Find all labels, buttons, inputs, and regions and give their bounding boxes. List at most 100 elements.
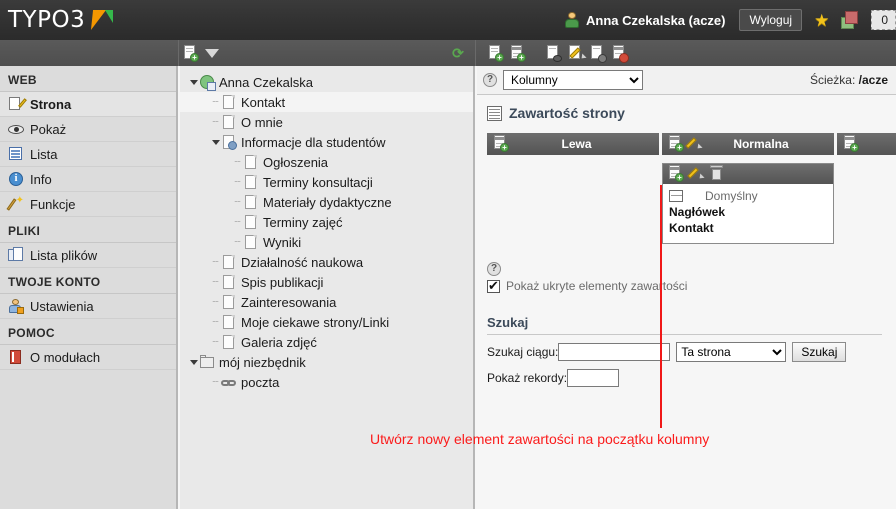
tree-item-poczta[interactable]: ┈ poczta [180, 372, 473, 392]
sidebar-item-lista-plików[interactable]: Lista plików [0, 243, 176, 268]
new-content-icon[interactable]: + [668, 134, 684, 154]
doc-icon [243, 214, 259, 230]
tree-item-informacje-dla-studentów[interactable]: Informacje dla studentów [180, 132, 473, 152]
annotation-pointer-line [660, 185, 662, 428]
doc-icon [221, 254, 237, 270]
tree-item-terminy-zajęć[interactable]: ┈ Terminy zajęć [180, 212, 473, 232]
tree-item-materiały-dydaktyczne[interactable]: ┈ Materiały dydaktyczne [180, 192, 473, 212]
tree-guide-stub: ┈ [212, 336, 219, 348]
toolbar-sidebar-pad [0, 40, 178, 66]
sidebar-item-o-modułach[interactable]: O modułach [0, 345, 176, 370]
sidebar-section-pomoc: POMOC [0, 319, 176, 345]
doc-icon [221, 94, 237, 110]
tree-item-o-mnie[interactable]: ┈ O mnie [180, 112, 473, 132]
tree-guide-stub: ┈ [234, 196, 241, 208]
new-content-icon[interactable]: + [843, 134, 859, 154]
edit-column-icon[interactable] [685, 136, 703, 153]
tree-item-terminy-konsultacji[interactable]: ┈ Terminy konsultacji [180, 172, 473, 192]
search-section-title: Szukaj [487, 315, 882, 335]
delete-content-icon[interactable] [710, 165, 723, 183]
sidebar-item-info[interactable]: i Info [0, 167, 176, 192]
new-page-icon[interactable]: + [179, 40, 201, 66]
show-hidden-row: Pokaż ukryte elementy zawartości [487, 278, 896, 294]
help-icon[interactable]: ? [483, 73, 497, 87]
tree-item-anna-czekalska[interactable]: Anna Czekalska [180, 72, 473, 92]
tree-item-moje-ciekawe-strony-linki[interactable]: ┈ Moje ciekawe strony/Linki [180, 312, 473, 332]
doc-icon [243, 154, 259, 170]
search-query-row: Szukaj ciągu: Ta strona Szukaj [487, 342, 896, 362]
sidebar-item-lista[interactable]: Lista [0, 142, 176, 167]
page-title-label: Zawartość strony [509, 105, 625, 121]
sidebar-item-label: Funkcje [30, 196, 76, 212]
sidebar-item-label: Info [30, 171, 52, 187]
tree-item-label: Informacje dla studentów [241, 134, 386, 150]
content-element-body: Domyślny Nagłówek Kontakt [663, 184, 833, 243]
bookmark-star-icon[interactable]: ★ [814, 12, 829, 29]
sidebar-item-strona[interactable]: Strona [0, 92, 176, 117]
view-mode-select[interactable]: Kolumny [503, 70, 643, 90]
tree-item-kontakt[interactable]: ┈ Kontakt [180, 92, 473, 112]
logout-button[interactable]: Wyloguj [739, 9, 803, 31]
view-page-icon[interactable] [542, 40, 564, 66]
tree-toggle-icon[interactable] [210, 132, 221, 152]
tree-guide-stub: ┈ [234, 156, 241, 168]
tree-item-label: Moje ciekawe strony/Linki [241, 314, 390, 330]
clipboard-icon[interactable] [841, 11, 859, 29]
folder-icon [199, 354, 215, 370]
tree-item-działalność-naukowa[interactable]: ┈ Działalność naukowa [180, 252, 473, 272]
tree-guide-stub: ┈ [234, 176, 241, 188]
doc-icon [243, 194, 259, 210]
edit-content-icon[interactable] [687, 166, 705, 183]
history-icon[interactable] [608, 40, 630, 66]
tree-guide-stub: ┈ [212, 276, 219, 288]
refresh-icon[interactable]: ⟳ [447, 40, 469, 66]
search-records-row: Pokaż rekordy: [487, 369, 896, 387]
tree-toggle-icon[interactable] [188, 72, 199, 92]
doc-globe-icon [221, 134, 237, 150]
search-scope-select[interactable]: Ta strona [676, 342, 787, 362]
content-element-type-row: Domyślny [669, 189, 827, 203]
records-input[interactable] [567, 369, 620, 387]
tree-item-galeria-zdjęć[interactable]: ┈ Galeria zdjęć [180, 332, 473, 352]
tree-item-wyniki[interactable]: ┈ Wyniki [180, 232, 473, 252]
tree-item-mój-niezbędnik[interactable]: mój niezbędnik [180, 352, 473, 372]
tree-toggle-icon[interactable] [188, 352, 199, 372]
wand-icon: ✦ [6, 196, 24, 212]
link-icon [221, 374, 237, 390]
tree-item-spis-publikacji[interactable]: ┈ Spis publikacji [180, 272, 473, 292]
new-content-icon[interactable]: + [506, 40, 528, 66]
tree-item-ogłoszenia[interactable]: ┈ Ogłoszenia [180, 152, 473, 172]
tree-item-label: Działalność naukowa [241, 254, 364, 270]
sidebar-item-funkcje[interactable]: ✦ Funkcje [0, 192, 176, 217]
edit-page-icon[interactable] [564, 40, 587, 66]
column-body-normalna: + Domyślny Nagłówek Kontakt [662, 163, 834, 263]
content-element[interactable]: + Domyślny Nagłówek Kontakt [662, 163, 834, 244]
tree-item-label: Materiały dydaktyczne [263, 194, 392, 210]
content-element-field-value: Kontakt [669, 221, 714, 235]
tree-item-zainteresowania[interactable]: ┈ Zainteresowania [180, 292, 473, 312]
book-icon [8, 349, 24, 365]
typo3-logo[interactable]: TYPO3 [0, 7, 118, 33]
tree-item-label: Anna Czekalska [219, 74, 313, 90]
sidebar-item-label: Pokaż [30, 121, 67, 137]
show-hidden-checkbox[interactable] [487, 278, 500, 294]
search-submit-button[interactable]: Szukaj [792, 342, 847, 362]
move-page-icon[interactable] [586, 40, 608, 66]
tree-toolbar: + ⟳ [178, 40, 475, 72]
path-prefix: Ścieżka: [809, 73, 859, 87]
new-content-icon[interactable]: + [493, 134, 509, 154]
new-content-icon[interactable]: + [668, 164, 684, 184]
sidebar-item-ustawienia[interactable]: Ustawienia [0, 294, 176, 319]
info-icon: i [8, 171, 24, 187]
list-icon [8, 146, 24, 162]
doc-icon [243, 234, 259, 250]
column-header-normalna: + Normalna [662, 133, 834, 155]
new-record-icon[interactable]: + [484, 40, 506, 66]
doc-icon [221, 274, 237, 290]
search-input[interactable] [558, 343, 671, 361]
sidebar-item-pokaż[interactable]: Pokaż [0, 117, 176, 142]
tree-guide-stub: ┈ [212, 96, 219, 108]
clipboard-count-badge[interactable]: 0 [871, 10, 896, 30]
filter-icon[interactable] [201, 40, 223, 72]
show-hidden-help-icon[interactable]: ? [487, 262, 501, 276]
